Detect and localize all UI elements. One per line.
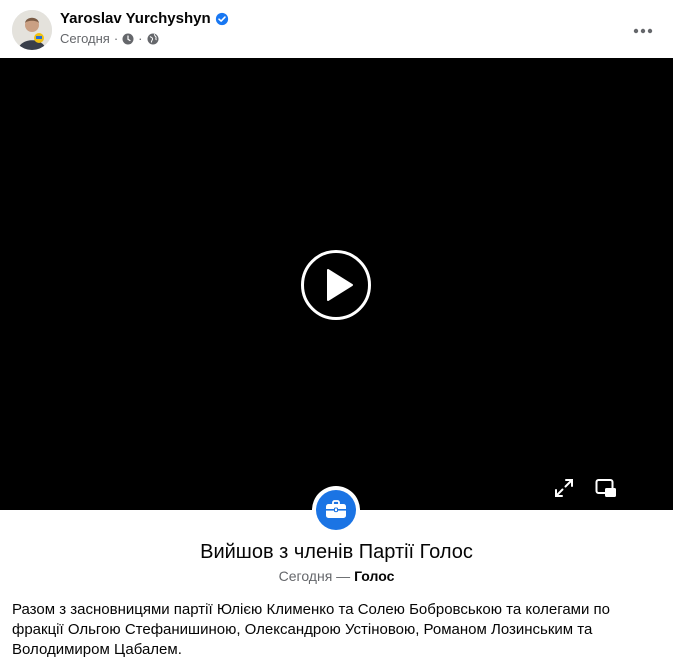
avatar-image	[12, 10, 52, 50]
author-name[interactable]: Yaroslav Yurchyshyn	[60, 10, 211, 27]
clock-icon	[122, 33, 134, 45]
post-header: Yaroslav Yurchyshyn Сегодня · ·	[0, 0, 673, 58]
life-event-separator: —	[336, 568, 351, 584]
more-options-icon	[633, 21, 653, 39]
picture-in-picture-icon	[595, 479, 616, 497]
fullscreen-button[interactable]	[552, 476, 576, 500]
life-event-badge-circle	[316, 490, 356, 530]
life-event-badge	[312, 486, 360, 534]
life-event-subtitle: Сегодня — Голос	[0, 568, 673, 584]
verified-badge-icon	[215, 12, 229, 26]
more-options-button[interactable]	[625, 12, 661, 48]
meta-separator: ·	[113, 31, 119, 46]
post-body-text: Разом з засновницями партії Юлією Климен…	[12, 601, 611, 658]
play-button[interactable]	[300, 249, 372, 321]
fullscreen-icon	[555, 479, 573, 497]
briefcase-icon	[326, 500, 346, 518]
meta-separator-2: ·	[138, 31, 143, 46]
life-event-title: Вийшов з членів Партії Голос	[200, 541, 473, 563]
play-icon	[301, 250, 371, 320]
globe-icon[interactable]	[147, 33, 159, 45]
video-player[interactable]	[0, 58, 673, 510]
life-event-organization[interactable]: Голос	[354, 568, 394, 584]
author-name-row: Yaroslav Yurchyshyn	[60, 10, 229, 27]
picture-in-picture-button[interactable]	[594, 476, 618, 500]
avatar[interactable]	[12, 10, 52, 50]
post-meta: Сегодня · ·	[60, 31, 159, 46]
post-date[interactable]: Сегодня	[60, 31, 110, 46]
life-event-date: Сегодня	[278, 568, 333, 584]
